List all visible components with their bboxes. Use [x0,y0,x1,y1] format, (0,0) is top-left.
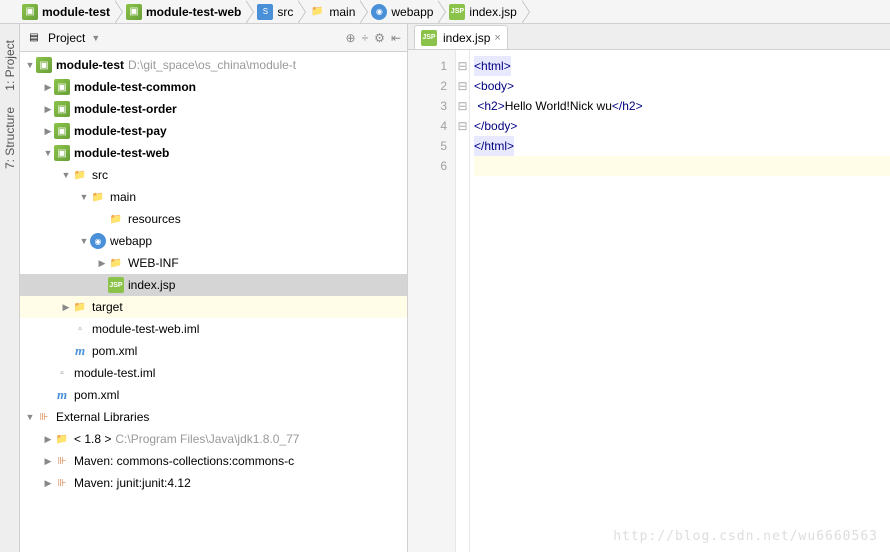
tree-node[interactable]: ▫module-test-web.iml [20,318,407,340]
chevron-down-icon[interactable]: ▼ [91,33,100,43]
line-gutter: 123456 [408,50,456,552]
watermark: http://blog.csdn.net/wu6660563 [613,529,878,544]
sidebar-tab-structure[interactable]: 7: Structure [1,99,19,177]
tree-node[interactable]: 📁< 1.8 >C:\Program Files\Java\jdk1.8.0_7… [20,428,407,450]
tree-node[interactable]: 📁WEB-INF [20,252,407,274]
tree-node[interactable]: ⊪Maven: junit:junit:4.12 [20,472,407,494]
tree-node[interactable]: JSPindex.jsp [20,274,407,296]
panel-header: ▤ Project ▼ ⊕ ÷ ⚙ ⇤ [20,24,407,52]
editor-tabs: JSP index.jsp × [408,24,890,50]
tree-node[interactable]: 📁main [20,186,407,208]
breadcrumb-item[interactable]: JSPindex.jsp [447,0,520,23]
close-icon[interactable]: × [494,32,500,44]
project-icon: ▤ [26,30,42,46]
tree-node[interactable]: 📁target [20,296,407,318]
breadcrumb-item[interactable]: 📁main [307,0,359,23]
expand-arrow[interactable] [42,389,54,401]
expand-arrow[interactable] [60,169,72,181]
fold-gutter: ⊟⊟⊟⊟ [456,50,470,552]
expand-arrow[interactable] [60,345,72,357]
breadcrumb: ▣module-test ▣module-test-web Ssrc 📁main ◉we… [0,0,890,24]
breadcrumb-item[interactable]: Ssrc [255,0,297,23]
code-content[interactable]: <html> <body> <h2>Hello World!Nick wu</h… [470,50,890,552]
tree-node[interactable]: ⊪Maven: commons-collections:commons-c [20,450,407,472]
tree-node[interactable]: ⊪External Libraries [20,406,407,428]
gear-icon[interactable]: ⚙ [374,31,385,45]
code-area[interactable]: 123456 ⊟⊟⊟⊟ <html> <body> <h2>Hello Worl… [408,50,890,552]
scroll-from-source-icon[interactable]: ⊕ [346,31,356,45]
hide-icon[interactable]: ⇤ [391,31,401,45]
expand-arrow[interactable] [42,147,54,159]
left-toolbar: 1: Project 7: Structure [0,24,20,552]
tree-node[interactable]: mpom.xml [20,340,407,362]
tree-node[interactable]: ▣module-test-common [20,76,407,98]
breadcrumb-item[interactable]: ▣module-test-web [124,0,245,23]
tab-filename: index.jsp [443,31,490,45]
panel-title: Project [48,31,85,45]
expand-arrow[interactable] [42,103,54,115]
project-panel: ▤ Project ▼ ⊕ ÷ ⚙ ⇤ ▣module-testD:\git_s… [20,24,408,552]
tree-node[interactable]: ▣module-test-order [20,98,407,120]
expand-arrow[interactable] [24,411,36,423]
expand-arrow[interactable] [42,125,54,137]
tab-index-jsp[interactable]: JSP index.jsp × [414,25,508,49]
tree-node[interactable]: ▫module-test.iml [20,362,407,384]
expand-arrow[interactable] [96,213,108,225]
tree-node[interactable]: ◉webapp [20,230,407,252]
expand-arrow[interactable] [24,59,36,71]
expand-arrow[interactable] [42,433,54,445]
breadcrumb-item[interactable]: ◉webapp [369,0,437,23]
tree-node[interactable]: 📁src [20,164,407,186]
expand-arrow[interactable] [60,301,72,313]
tree-node[interactable]: ▣module-test-pay [20,120,407,142]
expand-arrow[interactable] [96,257,108,269]
expand-arrow[interactable] [78,235,90,247]
expand-arrow[interactable] [42,477,54,489]
jsp-icon: JSP [421,30,437,46]
tree-node[interactable]: mpom.xml [20,384,407,406]
expand-arrow[interactable] [96,279,108,291]
breadcrumb-item[interactable]: ▣module-test [20,0,114,23]
collapse-icon[interactable]: ÷ [362,31,369,45]
project-tree[interactable]: ▣module-testD:\git_space\os_china\module… [20,52,407,552]
expand-arrow[interactable] [42,367,54,379]
tree-node[interactable]: 📁resources [20,208,407,230]
expand-arrow[interactable] [78,191,90,203]
expand-arrow[interactable] [42,81,54,93]
expand-arrow[interactable] [60,323,72,335]
sidebar-tab-project[interactable]: 1: Project [1,32,19,99]
tree-node[interactable]: ▣module-testD:\git_space\os_china\module… [20,54,407,76]
editor-area: JSP index.jsp × 123456 ⊟⊟⊟⊟ <html> <body… [408,24,890,552]
tree-node[interactable]: ▣module-test-web [20,142,407,164]
expand-arrow[interactable] [42,455,54,467]
